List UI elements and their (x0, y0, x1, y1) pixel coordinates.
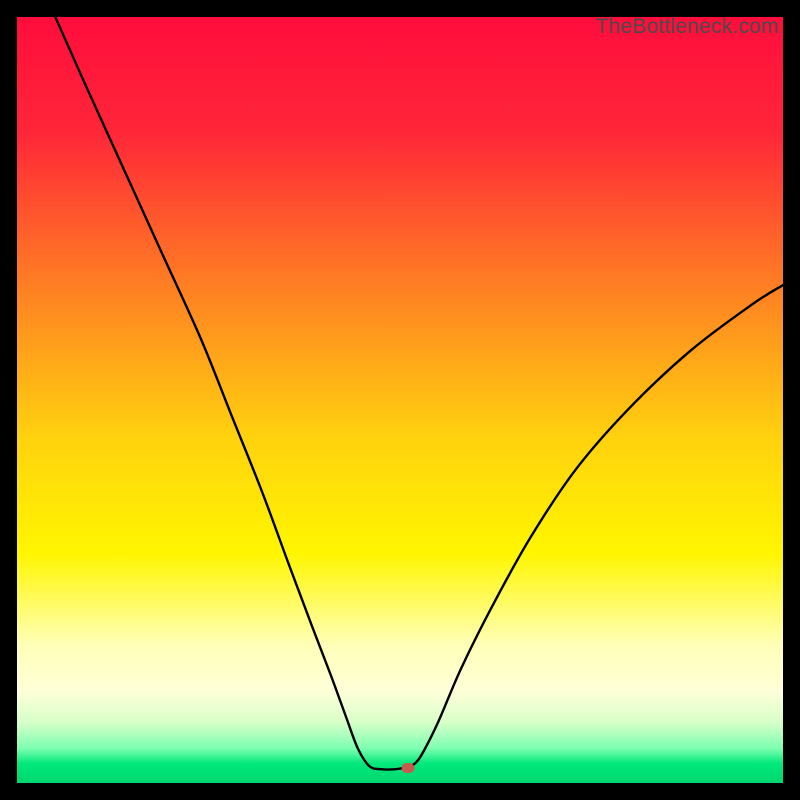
chart-svg (17, 17, 783, 783)
chart-background (17, 17, 783, 783)
watermark-text: TheBottleneck.com (596, 15, 779, 39)
optimum-marker (401, 763, 414, 773)
chart-frame: TheBottleneck.com (17, 17, 783, 783)
